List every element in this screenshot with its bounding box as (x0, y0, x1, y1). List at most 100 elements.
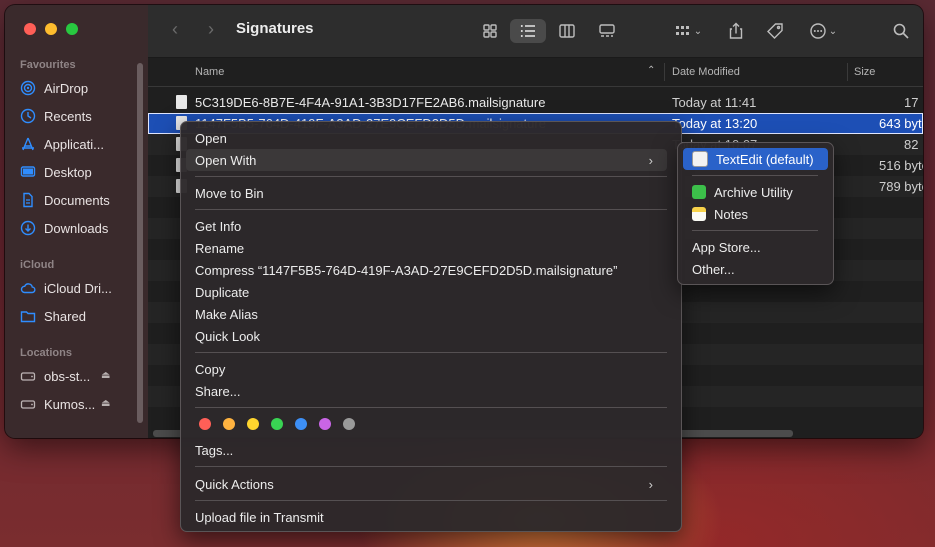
eject-icon[interactable]: ⏏ (101, 370, 110, 381)
tag-purple[interactable] (319, 418, 331, 430)
sidebar-item-icloud-drive[interactable]: iCloud Dri... (20, 278, 112, 298)
menu-item-compress[interactable]: Compress “1147F5B5-764D-419F-A3AD-27E9CE… (186, 259, 667, 281)
sidebar-item-label: Recents (44, 108, 92, 124)
minimize-button[interactable] (45, 23, 57, 35)
sidebar-scrollbar[interactable] (137, 63, 143, 423)
tag-gray[interactable] (343, 418, 355, 430)
more-actions-button[interactable]: ⌄ (803, 19, 843, 43)
applications-icon (20, 136, 36, 152)
sidebar-item-recents[interactable]: Recents (20, 106, 92, 126)
chevron-right-icon[interactable]: › (208, 19, 214, 40)
submenu-item-notes[interactable]: Notes (683, 203, 828, 225)
column-name[interactable]: Name (195, 66, 224, 78)
menu-item-label: Open With (195, 152, 257, 168)
menu-item-quick-look[interactable]: Quick Look (186, 325, 667, 347)
shared-folder-icon (20, 308, 36, 324)
menu-item-open[interactable]: Open (186, 127, 667, 149)
menu-item-get-info[interactable]: Get Info (186, 215, 667, 237)
sidebar-item-label: Shared (44, 308, 86, 324)
textedit-icon (692, 151, 708, 167)
eject-icon[interactable]: ⏏ (101, 398, 110, 409)
sidebar-item-documents[interactable]: Documents (20, 190, 110, 210)
columns-icon (559, 24, 575, 38)
share-button[interactable] (723, 19, 749, 43)
column-view-button[interactable] (553, 19, 581, 43)
tag-red[interactable] (199, 418, 211, 430)
menu-separator (195, 352, 667, 353)
document-icon (20, 192, 36, 208)
submenu-item-app-store[interactable]: App Store... (683, 236, 828, 258)
sidebar: Favourites AirDrop Recents Applicati... … (5, 5, 148, 438)
sort-chevron-up-icon[interactable]: ⌃ (647, 65, 655, 76)
tag-button[interactable] (762, 19, 788, 43)
sidebar-item-kumos[interactable]: Kumos... (20, 394, 95, 414)
sidebar-item-label: Downloads (44, 220, 109, 236)
notes-icon (692, 207, 706, 221)
group-by-button[interactable]: ⌄ (668, 19, 708, 43)
zoom-button[interactable] (66, 23, 78, 35)
chevron-right-icon: › (648, 476, 653, 492)
gallery-view-button[interactable] (592, 19, 622, 43)
sidebar-item-label: Applicati... (44, 136, 104, 152)
menu-item-duplicate[interactable]: Duplicate (186, 281, 667, 303)
sidebar-item-label: Documents (44, 192, 110, 208)
menu-item-label: Archive Utility (714, 184, 793, 200)
file-size: 17 KB (904, 95, 923, 110)
menu-item-label: Notes (714, 206, 748, 222)
chevron-right-icon: › (648, 152, 653, 168)
close-button[interactable] (24, 23, 36, 35)
tag-blue[interactable] (295, 418, 307, 430)
menu-separator (195, 466, 667, 467)
table-row[interactable]: 5C319DE6-8B7E-4F4A-91A1-3B3D17FE2AB6.mai… (148, 92, 923, 113)
list-icon (520, 25, 535, 37)
download-icon (20, 220, 36, 236)
file-size: 516 bytes (879, 158, 923, 173)
icon-view-button[interactable] (476, 19, 504, 43)
sidebar-item-applications[interactable]: Applicati... (20, 134, 104, 154)
window-title: Signatures (236, 20, 314, 37)
sidebar-item-obs-st[interactable]: obs-st... (20, 366, 90, 386)
menu-item-move-to-bin[interactable]: Move to Bin (186, 182, 667, 204)
file-date: Today at 11:41 (672, 95, 757, 110)
list-view-button[interactable] (510, 19, 546, 43)
file-icon (176, 95, 187, 109)
sidebar-item-shared[interactable]: Shared (20, 306, 86, 326)
search-button[interactable] (888, 19, 914, 43)
sidebar-item-downloads[interactable]: Downloads (20, 218, 108, 238)
submenu-item-other[interactable]: Other... (683, 258, 828, 280)
menu-item-make-alias[interactable]: Make Alias (186, 303, 667, 325)
sidebar-item-desktop[interactable]: Desktop (20, 162, 92, 182)
tag-green[interactable] (271, 418, 283, 430)
sidebar-item-label: obs-st... (44, 368, 91, 384)
open-with-submenu: TextEdit (default) Archive Utility Notes… (677, 142, 834, 285)
column-date-modified[interactable]: Date Modified (672, 66, 740, 78)
tag-orange[interactable] (223, 418, 235, 430)
submenu-item-textedit[interactable]: TextEdit (default) (683, 148, 828, 170)
menu-item-rename[interactable]: Rename (186, 237, 667, 259)
file-size: 643 bytes (879, 116, 923, 131)
archive-utility-icon (692, 185, 706, 199)
section-favourites: Favourites (20, 59, 76, 71)
tag-yellow[interactable] (247, 418, 259, 430)
file-size: 789 bytes (879, 179, 923, 194)
menu-item-open-with[interactable]: Open With › (186, 149, 667, 171)
share-icon (729, 22, 743, 39)
menu-item-tags[interactable]: Tags... (186, 439, 667, 461)
menu-separator (195, 209, 667, 210)
section-icloud: iCloud (20, 259, 55, 271)
submenu-item-archive-utility[interactable]: Archive Utility (683, 181, 828, 203)
airdrop-icon (20, 80, 36, 96)
chevron-left-icon[interactable]: ‹ (172, 19, 178, 40)
column-size[interactable]: Size (854, 66, 875, 78)
menu-item-copy[interactable]: Copy (186, 358, 667, 380)
menu-item-label: Quick Actions (195, 476, 274, 492)
sidebar-item-label: Desktop (44, 164, 92, 180)
menu-separator (195, 500, 667, 501)
window-controls (24, 23, 78, 35)
menu-item-quick-actions[interactable]: Quick Actions › (186, 473, 667, 495)
sidebar-item-airdrop[interactable]: AirDrop (20, 78, 88, 98)
clock-icon (20, 108, 36, 124)
search-icon (893, 23, 909, 39)
menu-item-upload-transmit[interactable]: Upload file in Transmit (186, 506, 667, 528)
menu-item-share[interactable]: Share... (186, 380, 667, 402)
